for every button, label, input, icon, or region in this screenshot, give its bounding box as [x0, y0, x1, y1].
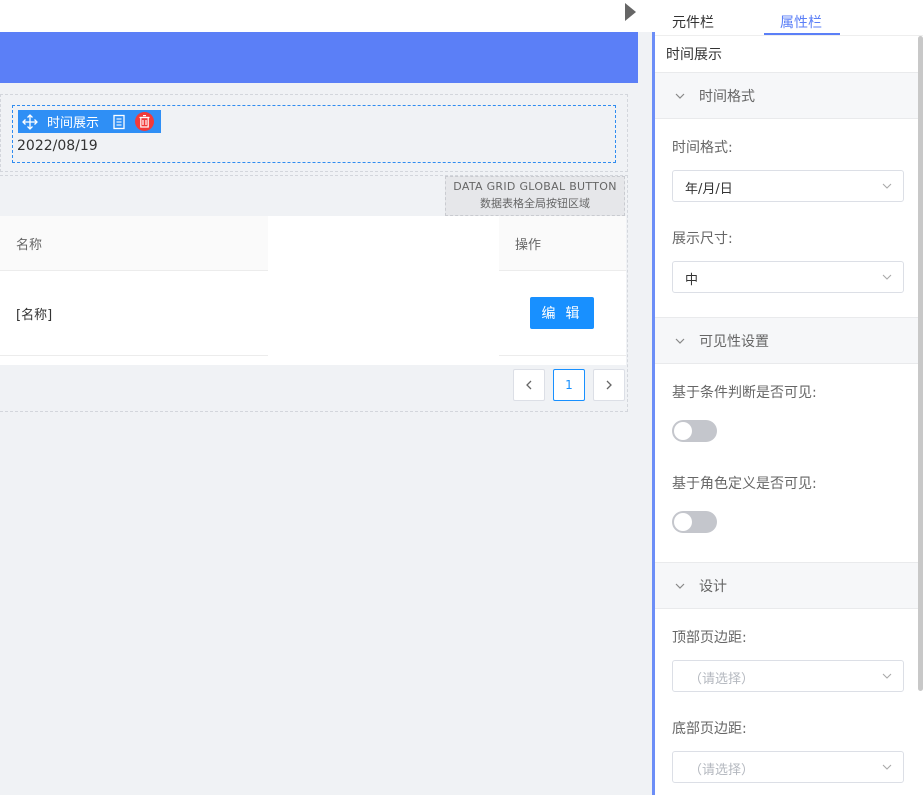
panel-scrollbar[interactable]	[918, 36, 923, 691]
component-toolbar-label: 时间展示	[47, 116, 100, 131]
top-margin-label: 顶部页边距:	[672, 630, 747, 646]
section-label: 时间格式	[699, 88, 755, 105]
global-button-title-en: DATA GRID GLOBAL BUTTON	[453, 180, 617, 193]
time-display-component[interactable]: 时间展示 2022/08/19	[0, 94, 628, 172]
tab-components[interactable]: 元件栏	[672, 12, 714, 32]
data-table: 名称 操作 [名称] 编 辑	[0, 216, 626, 365]
section-time-format[interactable]: 时间格式	[655, 72, 918, 119]
move-icon[interactable]	[22, 113, 38, 130]
cond-visible-toggle[interactable]	[672, 420, 717, 442]
global-button-area[interactable]: DATA GRID GLOBAL BUTTON 数据表格全局按钮区域	[445, 176, 625, 216]
display-size-select[interactable]: 中	[672, 261, 904, 293]
column-header-action: 操作	[499, 216, 626, 271]
copy-icon[interactable]	[112, 114, 126, 130]
app-root: 时间展示 2022/08/19 DATA GRID GLOBAL BUTTON …	[0, 0, 923, 795]
bottom-margin-placeholder: （请选择）	[689, 763, 755, 778]
role-visible-toggle[interactable]	[672, 511, 717, 533]
chevron-down-icon	[675, 338, 685, 344]
section-design[interactable]: 设计	[655, 562, 918, 609]
edit-button[interactable]: 编 辑	[530, 297, 594, 329]
chevron-down-icon	[882, 274, 892, 280]
panel-tabs: 元件栏 属性栏	[655, 0, 923, 36]
global-button-title-zh: 数据表格全局按钮区域	[480, 197, 590, 210]
design-canvas: 时间展示 2022/08/19 DATA GRID GLOBAL BUTTON …	[0, 32, 638, 795]
chevron-right-icon	[606, 380, 612, 390]
column-header-name: 名称	[0, 216, 268, 271]
column-header-empty	[268, 216, 499, 271]
chevron-down-icon	[675, 583, 685, 589]
toggle-knob	[674, 513, 692, 531]
time-display-selected-frame[interactable]: 时间展示 2022/08/19	[12, 105, 616, 163]
top-margin-select[interactable]: （请选择）	[672, 660, 904, 692]
display-size-label: 展示尺寸:	[672, 231, 733, 247]
table-cell-name: [名称]	[0, 271, 268, 356]
tab-properties[interactable]: 属性栏	[780, 12, 822, 32]
cond-visible-label: 基于条件判断是否可见:	[672, 385, 817, 401]
active-tab-indicator	[764, 33, 840, 35]
toggle-knob	[674, 422, 692, 440]
role-visible-label: 基于角色定义是否可见:	[672, 476, 817, 492]
top-margin-placeholder: （请选择）	[689, 672, 755, 687]
table-cell-action: 编 辑	[499, 271, 626, 356]
bottom-margin-label: 底部页边距:	[672, 721, 747, 737]
pagination-prev-button[interactable]	[513, 369, 545, 401]
canvas-top-strip	[0, 0, 655, 32]
property-panel: 元件栏 属性栏 时间展示 时间格式 时间格式: 年/月/日 展示尺寸: 中 可见…	[655, 0, 923, 795]
trash-icon[interactable]	[135, 112, 155, 131]
section-label: 设计	[699, 578, 727, 595]
canvas-scroll-gutter	[638, 32, 652, 795]
chevron-down-icon	[675, 93, 685, 99]
chevron-left-icon	[526, 380, 532, 390]
chevron-down-icon	[882, 183, 892, 189]
section-label: 可见性设置	[699, 333, 769, 350]
display-size-value: 中	[685, 273, 699, 288]
time-format-value: 年/月/日	[685, 182, 733, 197]
section-visibility[interactable]: 可见性设置	[655, 317, 918, 364]
panel-title: 时间展示	[666, 47, 722, 63]
time-format-select[interactable]: 年/月/日	[672, 170, 904, 202]
page-header-bar	[0, 32, 638, 83]
time-display-value: 2022/08/19	[17, 138, 98, 154]
data-grid-component[interactable]: DATA GRID GLOBAL BUTTON 数据表格全局按钮区域 名称 操作…	[0, 175, 628, 412]
pagination-current-page[interactable]: 1	[553, 369, 585, 401]
component-toolbar: 时间展示	[18, 110, 161, 133]
bottom-margin-select[interactable]: （请选择）	[672, 751, 904, 783]
pagination-next-button[interactable]	[593, 369, 625, 401]
play-arrow-icon[interactable]	[625, 3, 636, 21]
chevron-down-icon	[882, 764, 892, 770]
chevron-down-icon	[882, 673, 892, 679]
time-format-label: 时间格式:	[672, 140, 733, 156]
